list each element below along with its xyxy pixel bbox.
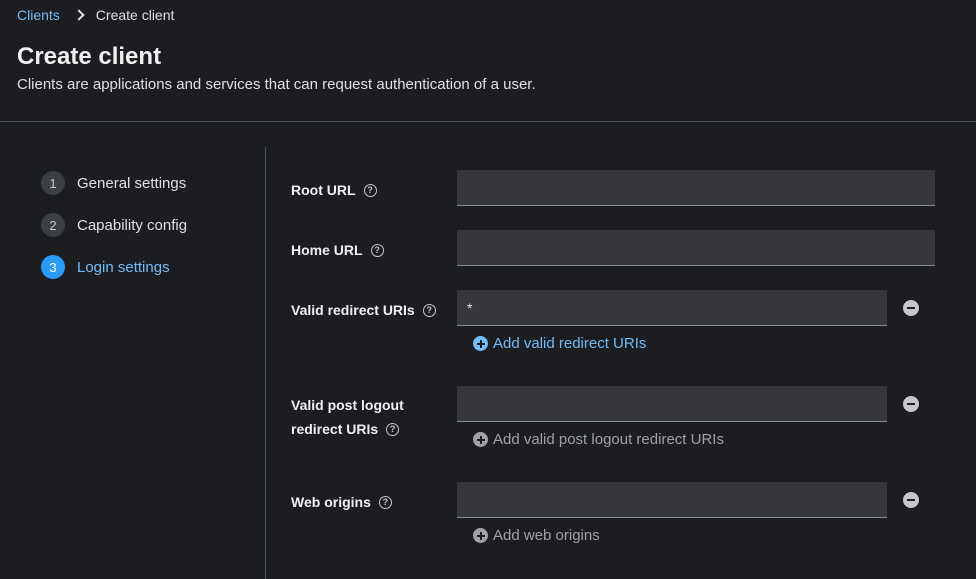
help-icon[interactable]: ? xyxy=(370,243,384,257)
plus-circle-icon xyxy=(473,336,488,351)
wizard-step-general-settings[interactable]: 1 General settings xyxy=(41,171,186,195)
valid-post-logout-label-line2: redirect URIs xyxy=(291,421,379,437)
plus-circle-icon xyxy=(473,528,488,543)
header-divider xyxy=(0,121,976,122)
plus-circle-icon xyxy=(473,432,488,447)
valid-redirect-uris-label-text: Valid redirect URIs xyxy=(291,302,415,318)
breadcrumb-clients-link[interactable]: Clients xyxy=(17,7,60,23)
step-number: 2 xyxy=(41,213,65,237)
wizard-nav: 1 General settings 2 Capability config 3… xyxy=(0,147,266,579)
page-title: Create client xyxy=(17,43,162,70)
help-icon[interactable]: ? xyxy=(422,303,436,317)
valid-redirect-uris-input[interactable] xyxy=(457,290,887,326)
page-description: Clients are applications and services th… xyxy=(17,76,536,93)
root-url-label: Root URL? xyxy=(291,178,377,202)
help-icon[interactable]: ? xyxy=(363,183,377,197)
help-icon[interactable]: ? xyxy=(386,422,400,436)
add-web-origins-button[interactable]: Add web origins xyxy=(473,527,600,544)
help-icon[interactable]: ? xyxy=(378,495,392,509)
root-url-label-text: Root URL xyxy=(291,182,356,198)
remove-web-origin-button[interactable] xyxy=(903,492,919,508)
home-url-label: Home URL? xyxy=(291,238,384,262)
step-label: General settings xyxy=(77,174,187,192)
valid-post-logout-redirect-uris-label: Valid post logout redirect URIs? xyxy=(291,393,404,441)
web-origins-label-text: Web origins xyxy=(291,494,371,510)
step-number: 1 xyxy=(41,171,65,195)
valid-post-logout-redirect-uris-input[interactable] xyxy=(457,386,887,422)
web-origins-input[interactable] xyxy=(457,482,887,518)
wizard-step-capability-config[interactable]: 2 Capability config xyxy=(41,213,187,237)
valid-redirect-uris-label: Valid redirect URIs? xyxy=(291,298,436,322)
add-valid-redirect-uris-label: Add valid redirect URIs xyxy=(493,335,647,352)
step-label: Capability config xyxy=(77,216,188,234)
root-url-input[interactable] xyxy=(457,170,935,206)
remove-redirect-uri-button[interactable] xyxy=(903,300,919,316)
chevron-right-icon xyxy=(72,8,86,22)
remove-post-logout-uri-button[interactable] xyxy=(903,396,919,412)
step-label: Login settings xyxy=(77,258,170,276)
home-url-input[interactable] xyxy=(457,230,935,266)
breadcrumb: Clients Create client xyxy=(17,6,174,24)
add-valid-post-logout-redirect-uris-button[interactable]: Add valid post logout redirect URIs xyxy=(473,431,724,448)
add-web-origins-label: Add web origins xyxy=(493,527,600,544)
step-number: 3 xyxy=(41,255,65,279)
add-valid-post-logout-label: Add valid post logout redirect URIs xyxy=(493,431,724,448)
home-url-label-text: Home URL xyxy=(291,242,363,258)
breadcrumb-current: Create client xyxy=(95,7,175,23)
add-valid-redirect-uris-button[interactable]: Add valid redirect URIs xyxy=(473,335,646,352)
valid-post-logout-label-line1: Valid post logout xyxy=(291,397,404,413)
wizard-step-login-settings[interactable]: 3 Login settings xyxy=(41,255,170,279)
web-origins-label: Web origins? xyxy=(291,490,392,514)
